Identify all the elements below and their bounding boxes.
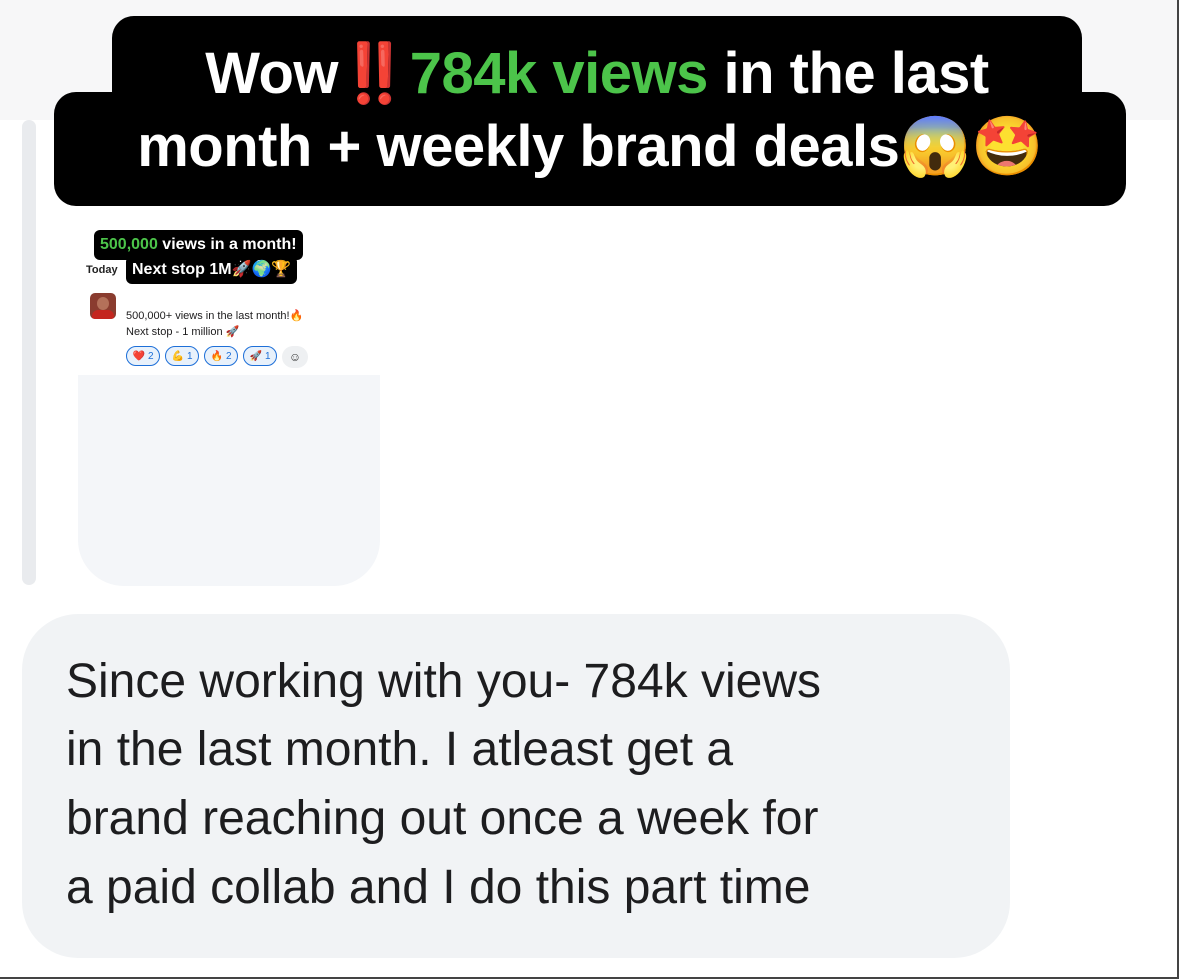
heart-icon: ❤️ bbox=[132, 350, 145, 362]
headline-overlay: Wow‼️784k views in the last month + week… bbox=[54, 16, 1126, 206]
headline-line1: Wow‼️784k views in the last bbox=[112, 38, 1082, 110]
add-reaction-icon[interactable]: ☺ bbox=[282, 346, 308, 368]
screenshot-caption-number: 500,000 bbox=[100, 236, 158, 253]
message-line-3: brand reaching out once a week for bbox=[66, 792, 819, 845]
screenshot-today-label: Today bbox=[86, 264, 118, 276]
screenshot-message: 500,000+ views in the last month!🔥 Next … bbox=[126, 308, 303, 340]
reaction-muscle[interactable]: 💪 1 bbox=[165, 346, 199, 366]
screenshot-caption-text: views in a month! bbox=[162, 236, 297, 253]
reaction-count: 1 bbox=[186, 350, 193, 362]
reaction-heart[interactable]: ❤️ 2 bbox=[126, 346, 160, 366]
rocket-icon: 🚀 bbox=[249, 350, 262, 362]
fire-icon: 🔥 bbox=[210, 350, 223, 362]
avatar bbox=[90, 293, 116, 319]
reaction-bar: ❤️ 2 💪 1 🔥 2 🚀 1 ☺ bbox=[126, 346, 308, 368]
message-line-4: a paid collab and I do this part time bbox=[66, 861, 811, 914]
muscle-icon: 💪 bbox=[171, 350, 184, 362]
reaction-rocket[interactable]: 🚀 1 bbox=[243, 346, 277, 366]
headline-line1-suffix: in the last bbox=[723, 41, 990, 106]
avatar-face bbox=[97, 297, 109, 310]
headline-line2: month + weekly brand deals😱🤩 bbox=[137, 114, 1043, 179]
screenshot-message-line2: Next stop - 1 million 🚀 bbox=[126, 326, 240, 338]
reaction-count: 2 bbox=[225, 350, 232, 362]
double-exclamation-icon: ‼️ bbox=[338, 41, 410, 106]
reaction-count: 2 bbox=[147, 350, 154, 362]
headline-wow: Wow bbox=[205, 41, 339, 106]
screenshot-caption-line2: Next stop 1M🚀🌍🏆 bbox=[126, 256, 298, 284]
thread-reply-line bbox=[22, 120, 36, 585]
reaction-fire[interactable]: 🔥 2 bbox=[204, 346, 238, 366]
reaction-count: 1 bbox=[264, 350, 271, 362]
avatar-shirt bbox=[92, 310, 114, 319]
screenshot-message-line1: 500,000+ views in the last month!🔥 bbox=[126, 310, 304, 322]
message-line-2: in the last month. I atleast get a bbox=[66, 723, 734, 776]
message-line-1: Since working with you- 784k views bbox=[66, 655, 821, 708]
headline-views: 784k views bbox=[409, 41, 709, 106]
